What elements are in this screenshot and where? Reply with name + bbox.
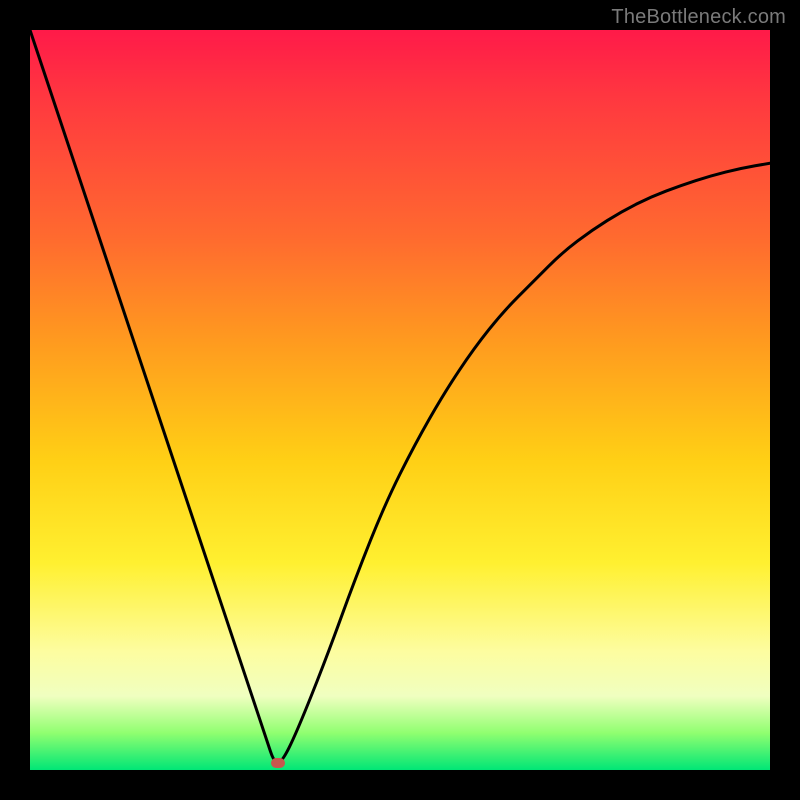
watermark-text: TheBottleneck.com <box>611 6 786 29</box>
bottleneck-curve <box>30 30 770 770</box>
minimum-marker <box>271 758 285 768</box>
plot-area <box>30 30 770 770</box>
chart-frame: TheBottleneck.com <box>0 0 800 800</box>
